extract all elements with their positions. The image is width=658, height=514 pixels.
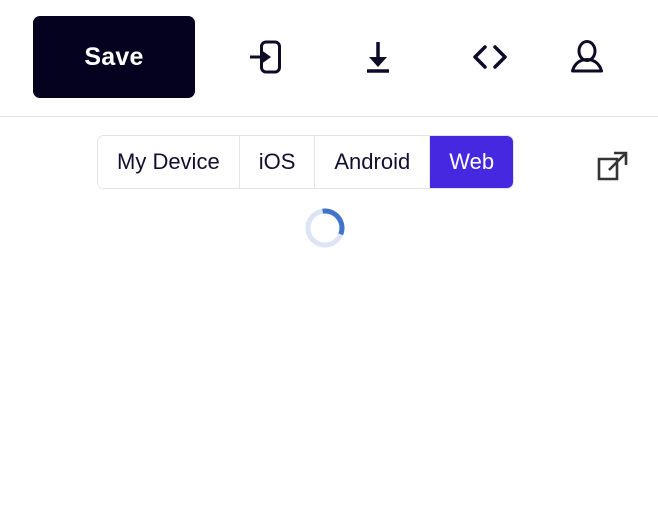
- preview-on-device-icon: [248, 39, 282, 75]
- external-link-icon: [596, 149, 630, 186]
- account-icon: [568, 38, 606, 76]
- segment-ios[interactable]: iOS: [239, 136, 316, 188]
- segment-web-label: Web: [449, 149, 495, 174]
- top-toolbar: Save: [0, 0, 658, 117]
- open-in-new-window-button[interactable]: [590, 145, 636, 189]
- segment-my-device[interactable]: My Device: [98, 136, 240, 188]
- download-button[interactable]: [350, 28, 406, 86]
- view-code-button[interactable]: [462, 28, 518, 86]
- platform-selector-row: My Device iOS Android Web: [0, 117, 658, 195]
- save-button-label: Save: [84, 42, 144, 71]
- preview-on-device-button[interactable]: [237, 28, 293, 86]
- app-root: Save My Device iOS Android Web: [0, 0, 658, 514]
- account-button[interactable]: [559, 28, 615, 86]
- segment-android-label: Android: [334, 149, 411, 174]
- download-icon: [361, 39, 395, 75]
- save-button[interactable]: Save: [33, 16, 195, 98]
- loading-spinner: [303, 206, 347, 250]
- segment-my-device-label: My Device: [117, 149, 220, 174]
- segment-web[interactable]: Web: [430, 136, 514, 188]
- segment-android[interactable]: Android: [315, 136, 431, 188]
- preview-area: [0, 195, 658, 514]
- segment-ios-label: iOS: [258, 149, 296, 174]
- platform-segmented-control: My Device iOS Android Web: [97, 135, 515, 189]
- code-icon: [468, 42, 512, 72]
